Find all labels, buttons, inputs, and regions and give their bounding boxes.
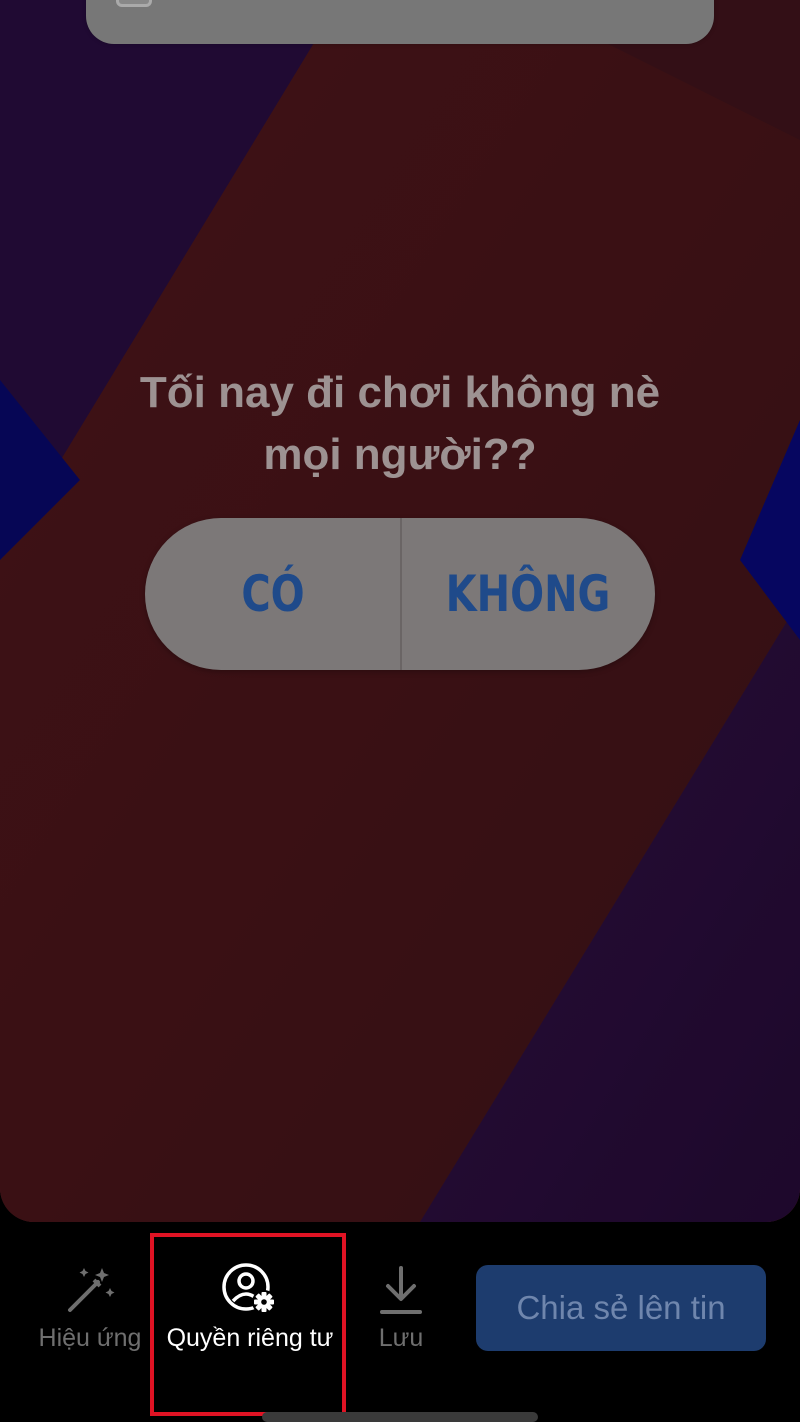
download-icon [380,1266,422,1314]
save-label: Lưu [378,1324,424,1352]
effects-label: Hiệu ứng [38,1324,142,1352]
magic-wand-icon [68,1268,115,1312]
color-palette [86,0,714,44]
poll-question[interactable]: Tối nay đi chơi không nè mọi người?? [100,362,700,486]
sticker-icon[interactable] [116,0,152,7]
poll-option-no[interactable]: KHÔNG [426,518,629,670]
save-button[interactable]: Lưu [370,1262,432,1353]
share-to-story-button[interactable]: Chia sẻ lên tin [476,1265,766,1351]
story-canvas[interactable]: Tối nay đi chơi không nè mọi người?? CÓ … [0,0,800,1222]
effects-button[interactable]: Hiệu ứng [34,1262,146,1353]
highlight-box [150,1233,346,1416]
poll-option-yes[interactable]: CÓ [171,518,376,670]
poll-divider [400,518,402,670]
poll-sticker[interactable]: CÓ KHÔNG [145,518,655,670]
home-indicator[interactable] [262,1412,538,1422]
